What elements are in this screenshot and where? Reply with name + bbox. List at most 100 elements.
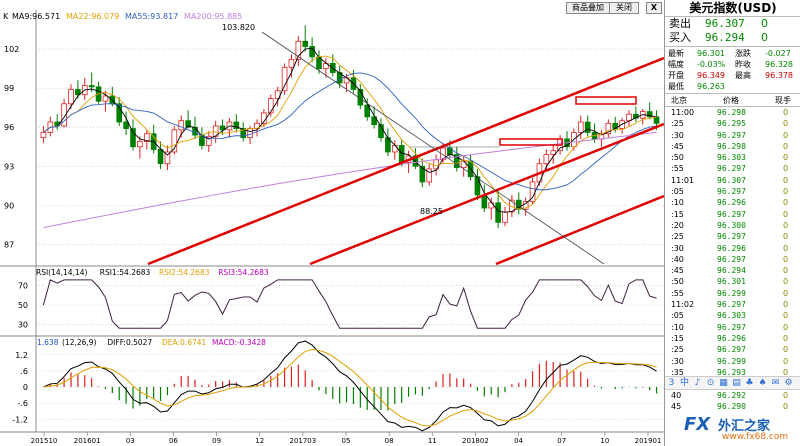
candle-body (40, 132, 47, 139)
tick-row: :25 96.297 0 (665, 231, 800, 242)
ime-toolbar-icon[interactable]: ⚙ (782, 377, 795, 389)
watermark-fx: FX (684, 414, 711, 435)
close-icon[interactable]: X (646, 2, 662, 14)
ime-toolbar-icon[interactable]: ♠ (756, 377, 769, 389)
kline-chart-canvas[interactable]: K MA9:96.571 MA22:96.079 MA55:93.817 MA200:9… (0, 0, 664, 446)
tick-row: :50 96.303 0 (665, 152, 800, 163)
date-axis-label: 201601 (74, 437, 101, 445)
ime-toolbar[interactable]: 3 中 ♪ ⊙ ▦ ▤ ♣ ♠ ✉ ⚙ (665, 376, 800, 390)
stat-value: 96.263 (697, 82, 725, 91)
watermark-logo: FX 外汇之家 www.fx68.com (682, 412, 800, 446)
candle-body (178, 120, 185, 131)
tick-volume: 0 (783, 300, 789, 310)
price-axis-label: 93 (4, 162, 14, 171)
tick-volume: 0 (783, 402, 789, 412)
candle-body (157, 148, 164, 165)
ime-toolbar-icon[interactable]: ⊙ (704, 377, 717, 389)
ma-label: MA22:96.079 (66, 12, 119, 21)
tick-row: :05 96.297 0 (665, 186, 800, 197)
tick-row: :25 96.297 0 (665, 344, 800, 355)
ime-toolbar-icon[interactable]: ▦ (717, 377, 730, 389)
kline-chart-area[interactable]: K MA9:96.571 MA22:96.079 MA55:93.817 MA200:9… (0, 0, 664, 446)
macd-axis-label: -1.2 (12, 415, 28, 424)
macd-label: (12,26,9) (62, 338, 97, 347)
tick-time: :20 (671, 220, 684, 230)
rsi-label: RSI3:54.2683 (218, 268, 269, 277)
sell-label: 卖出 (669, 17, 691, 30)
rsi-axis-label: 70 (18, 282, 28, 291)
tick-price: 96.297 (717, 187, 746, 197)
tick-price: 96.297 (717, 345, 746, 355)
tick-row: 11:00 96.298 0 (665, 107, 800, 118)
tick-time: 40 (671, 391, 682, 400)
tick-price: 96.297 (717, 232, 746, 242)
tick-time: :25 (671, 232, 684, 242)
tick-time: 45 (671, 402, 682, 412)
stat-value: -0.03% (697, 60, 726, 69)
tick-row: :15 96.296 0 (665, 333, 800, 344)
price-axis-label: 87 (4, 240, 14, 249)
tick-row: :50 96.301 0 (665, 276, 800, 287)
macd-axis-label: 1.2 (15, 351, 28, 360)
candle-body (267, 98, 274, 114)
kline-label: K (3, 12, 9, 21)
tick-price: 96.296 (717, 333, 746, 343)
ime-toolbar-icon[interactable]: ♪ (691, 377, 704, 389)
candle-body (502, 211, 508, 223)
tick-header-volume: 现手 (775, 96, 791, 105)
candle-body (302, 40, 309, 47)
candle-body (584, 121, 591, 133)
tick-row: :30 96.297 0 (665, 130, 800, 141)
instrument-title: 美元指数(USD) (665, 0, 800, 17)
overlay-symbol-button[interactable]: 商品叠加 (566, 2, 610, 14)
candle-body (343, 77, 350, 84)
ime-toolbar-icon[interactable]: ✉ (769, 377, 782, 389)
watermark-site: www.fx68.com (722, 432, 789, 442)
date-axis-label: 10 (600, 437, 609, 445)
stat-row: 幅度 -0.03% 昨收 96.328 (665, 59, 800, 70)
tick-price: 96.300 (717, 220, 746, 230)
tick-price: 96.298 (717, 141, 746, 151)
tick-price: 96.297 (717, 164, 746, 174)
tick-volume: 0 (783, 209, 789, 219)
tick-volume: 0 (783, 277, 789, 287)
tick-time: :30 (671, 356, 684, 366)
tick-price: 96.303 (717, 153, 746, 163)
tick-time: :10 (671, 322, 684, 332)
high-annotation: 103.820 (222, 23, 255, 32)
stat-value: 96.349 (697, 71, 725, 80)
tick-time: :15 (671, 333, 684, 343)
macd-label: DEA:0.6741 (162, 338, 207, 347)
stat-label: 开盘 (668, 71, 684, 80)
price-axis-label: 99 (4, 84, 14, 93)
tick-price: 96.294 (717, 266, 746, 276)
ime-toolbar-icon[interactable]: 3 (665, 377, 678, 389)
date-axis-label: 09 (212, 437, 221, 445)
tick-volume: 0 (783, 220, 789, 230)
date-axis-label: 06 (169, 437, 178, 445)
candle-body (577, 121, 584, 133)
ime-toolbar-icon[interactable]: 中 (678, 377, 691, 389)
tick-time: :25 (671, 345, 684, 355)
tick-time: :05 (671, 187, 684, 197)
tick-volume: 0 (783, 322, 789, 332)
tick-row: :15 96.297 0 (665, 209, 800, 220)
close-overlay-button[interactable]: 关闭 (609, 2, 639, 14)
sell-volume: 0 (761, 17, 768, 30)
buy-volume: 0 (761, 31, 768, 44)
tick-time: :50 (671, 153, 684, 163)
tick-price: 96.299 (717, 356, 746, 366)
ma-label: MA55:93.817 (125, 12, 178, 21)
tick-list-tail: 40 96.292 0 45 96.290 0 (665, 390, 800, 413)
stat-label: 最低 (668, 82, 684, 91)
tick-row: 11:02 96.297 0 (665, 299, 800, 310)
ime-toolbar-icon[interactable]: ▤ (730, 377, 743, 389)
tick-list[interactable]: 11:00 96.298 0:25 96.295 0:30 96.297 0:45 96.29… (665, 107, 800, 378)
tick-row: :55 96.299 0 (665, 288, 800, 299)
tick-volume: 0 (783, 311, 789, 321)
ime-toolbar-icon[interactable]: ♣ (743, 377, 756, 389)
macd-axis-label: -.6 (17, 399, 28, 408)
tick-volume: 0 (783, 187, 789, 197)
tick-header-price: 价格 (723, 96, 739, 105)
macd-axis-label: 0 (23, 383, 28, 392)
